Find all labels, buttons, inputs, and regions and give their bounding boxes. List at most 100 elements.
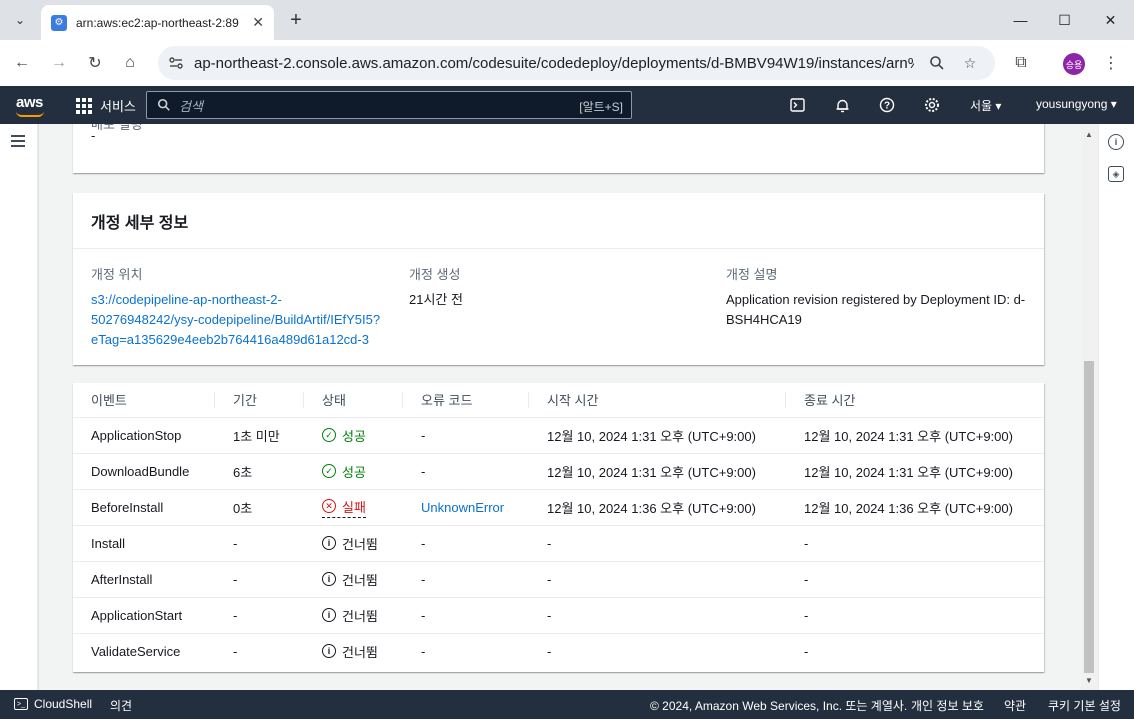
cookie-preferences-link[interactable]: 쿠키 기본 설정 xyxy=(1048,697,1121,714)
deployment-description-panel: 배포 설명 - xyxy=(73,124,1044,173)
minimize-button[interactable]: — xyxy=(998,0,1043,40)
duration-cell: - xyxy=(215,561,304,598)
table-row: ApplicationStop 1초 미만 ✓ 성공 - 12월 10, 2024 1:3… xyxy=(73,417,1044,454)
services-grid-icon xyxy=(76,97,92,114)
close-window-button[interactable]: ✕ xyxy=(1088,0,1133,40)
new-tab-button[interactable]: + xyxy=(284,8,308,32)
feedback-link[interactable]: 의견 xyxy=(110,697,132,714)
revision-location-link[interactable]: s3://codepipeline-ap-northeast-2- 502769… xyxy=(91,290,391,350)
services-label: 서비스 xyxy=(100,99,136,114)
url-bar[interactable]: ap-northeast-2.console.aws.amazon.com/co… xyxy=(158,46,995,80)
error-code-cell: - xyxy=(403,597,529,634)
profile-avatar[interactable]: 승용 xyxy=(1063,53,1085,75)
col-header-error-code[interactable]: 오류 코드 xyxy=(403,383,529,418)
revision-details-title: 개정 세부 정보 xyxy=(73,193,1044,249)
page-scrollbar[interactable]: ▲ ▼ xyxy=(1081,124,1098,690)
end-time-cell: 12월 10, 2024 1:31 오후 (UTC+9:00) xyxy=(786,417,1044,454)
home-button[interactable]: ⌂ xyxy=(118,51,142,75)
cloudshell-footer-button[interactable]: >_ CloudShell xyxy=(14,697,92,711)
help-panel-icon[interactable]: ◈ xyxy=(1108,166,1124,182)
region-selector[interactable]: 서울 ▾ xyxy=(970,97,1001,114)
deployment-description-label: 배포 설명 xyxy=(91,124,143,132)
status-badge: i 건너뜀 xyxy=(322,642,378,661)
error-code-value: - xyxy=(421,607,426,623)
notifications-bell-icon[interactable] xyxy=(833,96,851,114)
tools-rail: i ◈ xyxy=(1098,124,1134,690)
browser-menu-icon[interactable]: ⋮ xyxy=(1099,51,1123,75)
site-info-icon[interactable] xyxy=(168,55,184,71)
scroll-down-icon[interactable]: ▼ xyxy=(1085,676,1093,685)
search-icon xyxy=(157,98,170,111)
scroll-up-icon[interactable]: ▲ xyxy=(1085,130,1093,139)
table-row: BeforeInstall 0초 ✕ 실패 UnknownError 12월 10, 20… xyxy=(73,489,1044,526)
settings-gear-icon[interactable] xyxy=(923,96,941,114)
extensions-icon[interactable]: ⧉ xyxy=(1009,51,1033,75)
start-time-cell: - xyxy=(547,643,552,659)
status-cell: i 건너뜀 xyxy=(304,525,403,562)
duration-cell: - xyxy=(233,643,238,659)
side-nav-toggle-icon[interactable] xyxy=(11,135,25,150)
status-cell: ✓ 성공 xyxy=(304,417,403,454)
start-time-cell: 12월 10, 2024 1:36 오후 (UTC+9:00) xyxy=(529,489,786,526)
error-code-value[interactable]: UnknownError xyxy=(421,500,504,515)
error-code-value: - xyxy=(421,535,426,551)
browser-tab[interactable]: ⚙ arn:aws:ec2:ap-northeast-2:89 ✕ xyxy=(41,5,274,40)
table-header-row: 이벤트 기간 상태 오류 코드 시작 시간 종료 시간 xyxy=(73,383,1044,418)
forward-button[interactable]: → xyxy=(47,51,71,75)
error-code-cell: - xyxy=(403,453,529,490)
end-time-cell: - xyxy=(786,525,1044,562)
status-cell: ✕ 실패 xyxy=(304,489,403,526)
status-cell: i 건너뜀 xyxy=(304,561,403,598)
search-shortcut: [알트+S] xyxy=(579,100,623,114)
revision-location-line: s3://codepipeline-ap-northeast-2- xyxy=(91,292,282,307)
lifecycle-events-body: ApplicationStop 1초 미만 ✓ 성공 -12월 10, 2024 1:3… xyxy=(73,417,1044,669)
main-content: 배포 설명 - 개정 세부 정보 개정 위치 s3://codepipeline… xyxy=(39,124,1081,690)
col-header-start-time[interactable]: 시작 시간 xyxy=(529,383,786,418)
privacy-link[interactable]: 개인 정보 보호 xyxy=(911,697,984,714)
event-name-cell: Install xyxy=(73,525,215,562)
cloudshell-icon[interactable] xyxy=(788,96,806,114)
console-footer: >_ CloudShell 의견 © 2024, Amazon Web Serv… xyxy=(0,690,1134,719)
svg-text:?: ? xyxy=(884,101,890,112)
col-header-end-time[interactable]: 종료 시간 xyxy=(786,383,1044,418)
col-header-status[interactable]: 상태 xyxy=(304,383,403,418)
reload-button[interactable]: ↻ xyxy=(83,51,107,75)
start-time-cell: - xyxy=(529,561,786,598)
status-cell: i 건너뜀 xyxy=(304,633,403,669)
zoom-icon[interactable] xyxy=(928,54,946,72)
account-menu[interactable]: yousungyong ▾ xyxy=(1036,97,1117,111)
console-search-input[interactable]: 검색 [알트+S] xyxy=(146,91,632,119)
end-time-cell: - xyxy=(786,561,1044,598)
ec2-favicon-icon: ⚙ xyxy=(51,14,67,31)
scrollbar-thumb[interactable] xyxy=(1084,361,1094,673)
table-row: DownloadBundle 6초 ✓ 성공 - 12월 10, 2024 1:31 오후… xyxy=(73,453,1044,490)
revision-location-label: 개정 위치 xyxy=(91,267,143,282)
tab-search-button[interactable]: ⌄ xyxy=(8,8,32,32)
bookmark-star-icon[interactable]: ☆ xyxy=(961,54,979,72)
aws-logo-text: aws xyxy=(16,94,43,111)
browser-tab-bar: ⌄ ⚙ arn:aws:ec2:ap-northeast-2:89 ✕ + — … xyxy=(0,0,1134,40)
error-code-value: - xyxy=(421,571,426,587)
terms-link[interactable]: 약관 xyxy=(1004,697,1026,714)
col-header-duration[interactable]: 기간 xyxy=(215,383,304,418)
status-badge: ✓ 성공 xyxy=(322,462,366,481)
maximize-button[interactable]: ☐ xyxy=(1042,0,1087,40)
services-menu-button[interactable]: 서비스 xyxy=(76,96,136,115)
table-row: AfterInstall - i 건너뜀 - - - xyxy=(73,561,1044,598)
end-time-cell: - xyxy=(804,643,809,659)
col-header-event[interactable]: 이벤트 xyxy=(73,383,215,418)
back-button[interactable]: ← xyxy=(10,51,34,75)
copyright-text: © 2024, Amazon Web Services, Inc. 또는 계열사… xyxy=(650,699,908,713)
aws-logo[interactable]: aws xyxy=(16,94,44,117)
status-label: 실패 xyxy=(342,499,366,515)
status-badge: i 건너뜀 xyxy=(322,534,378,553)
start-time-cell: 12월 10, 2024 1:31 오후 (UTC+9:00) xyxy=(529,453,786,490)
end-time-cell: - xyxy=(786,597,1044,634)
event-name-cell: ApplicationStop xyxy=(73,417,215,454)
help-icon[interactable]: ? xyxy=(878,96,896,114)
info-panel-icon[interactable]: i xyxy=(1108,134,1124,150)
tab-close-icon[interactable]: ✕ xyxy=(252,14,264,31)
table-row: ValidateService - i 건너뜀 - - - xyxy=(73,633,1044,669)
status-cell: ✓ 성공 xyxy=(304,453,403,490)
status-badge[interactable]: ✕ 실패 xyxy=(322,497,366,518)
